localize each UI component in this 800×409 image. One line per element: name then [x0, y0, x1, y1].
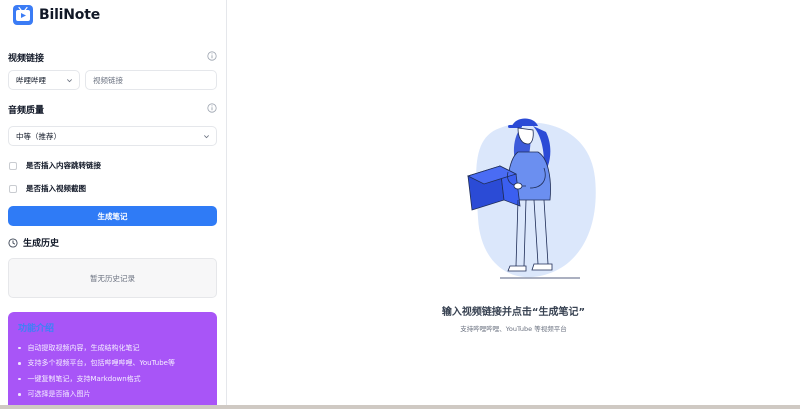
feature-item: 一键复制笔记，支持Markdown格式 [18, 371, 207, 387]
audio-quality-select[interactable]: 中等（推荐） [8, 126, 217, 146]
feature-item: 支持多个视频平台，包括哔哩哔哩、YouTube等 [18, 356, 207, 372]
chevron-down-icon [67, 79, 72, 83]
feature-item: 可选择是否插入图片 [18, 387, 207, 403]
history-title: 生成历史 [23, 239, 60, 249]
audio-quality-value: 中等（推荐） [16, 131, 61, 141]
history-empty-text: 暂无历史记录 [90, 273, 135, 283]
video-link-input[interactable] [85, 70, 217, 90]
info-icon[interactable] [207, 51, 217, 61]
video-link-title: 视频链接 [8, 54, 45, 64]
platform-select[interactable]: 哔哩哔哩 [8, 70, 80, 90]
insert-link-checkbox[interactable] [9, 161, 17, 170]
brand: BiliNote [12, 4, 100, 26]
history-empty-box: 暂无历史记录 [8, 258, 217, 298]
window-bottom-edge [0, 405, 800, 409]
insert-screenshot-option[interactable]: 是否插入视频截图 [9, 183, 86, 194]
logo-icon [13, 5, 33, 25]
audio-quality-title: 音频质量 [8, 106, 45, 116]
insert-link-option[interactable]: 是否插入内容跳转链接 [9, 160, 101, 171]
empty-state-illustration [466, 118, 596, 279]
platform-select-value: 哔哩哔哩 [16, 75, 46, 85]
main-panel: 输入视频链接并点击“生成笔记” 支持哔哩哔哩、YouTube 等视频平台 [227, 0, 800, 409]
app-window: BiliNote 视频链接 哔哩哔哩 音频质量 中等（推荐） [0, 0, 800, 409]
insert-screenshot-label: 是否插入视频截图 [26, 184, 86, 193]
generate-note-button[interactable]: 生成笔记 [8, 206, 217, 226]
brand-name: BiliNote [39, 7, 100, 23]
sidebar: BiliNote 视频链接 哔哩哔哩 音频质量 中等（推荐） [0, 0, 227, 409]
history-header: 生成历史 [8, 236, 59, 249]
chevron-down-icon [204, 135, 209, 139]
insert-link-label: 是否插入内容跳转链接 [26, 161, 101, 170]
empty-state-title: 输入视频链接并点击“生成笔记” [441, 307, 586, 318]
empty-state-subtitle: 支持哔哩哔哩、YouTube 等视频平台 [460, 325, 567, 333]
insert-screenshot-checkbox[interactable] [9, 184, 17, 193]
clock-icon [8, 237, 18, 248]
info-icon[interactable] [207, 103, 217, 113]
feature-card: 功能介绍 自动提取视频内容，生成结构化笔记 支持多个视频平台，包括哔哩哔哩、Yo… [8, 312, 217, 409]
feature-item: 自动提取视频内容，生成结构化笔记 [18, 340, 207, 356]
feature-title: 功能介绍 [18, 324, 55, 334]
